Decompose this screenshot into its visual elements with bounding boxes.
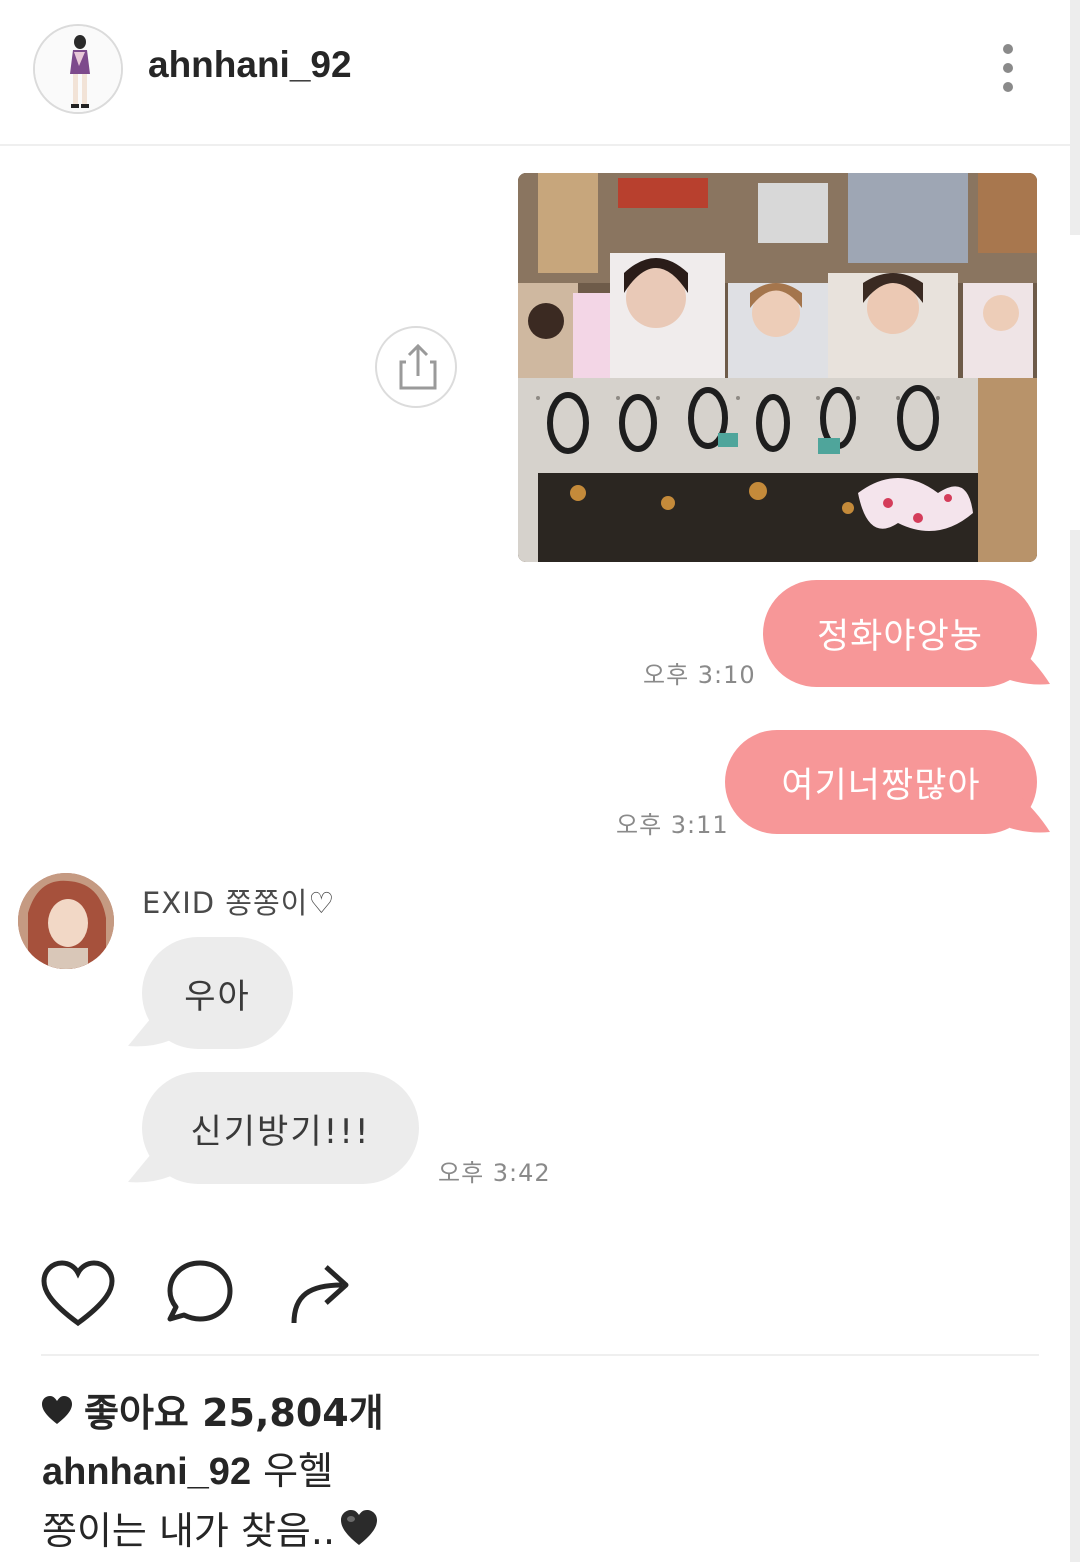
share-icon (399, 343, 437, 390)
friend-avatar[interactable] (18, 873, 114, 969)
caption: ahnhani_92 우헬 (42, 1440, 333, 1495)
message-text: 정화야앙뇽 (816, 617, 983, 657)
photo-store-scene (518, 173, 1037, 562)
scroll-track-top (1070, 0, 1080, 235)
caption-text-2: 쫑이는 내가 찾음.. (42, 1509, 336, 1553)
outgoing-message-2[interactable]: 여기너짱많아 (725, 730, 1037, 834)
bubble-tail (128, 1136, 171, 1183)
caption-line-2: 쫑이는 내가 찾음.. (42, 1500, 379, 1555)
divider (41, 1354, 1039, 1356)
comment-button[interactable] (160, 1255, 240, 1335)
avatar-figure (35, 26, 121, 112)
bubble-tail (128, 1000, 171, 1047)
message-text: 우아 (184, 976, 251, 1017)
heart-filled-icon (42, 1395, 72, 1424)
message-text: 여기너짱많아 (781, 765, 981, 806)
shared-photo[interactable] (518, 173, 1037, 562)
caption-username[interactable]: ahnhani_92 (42, 1451, 251, 1493)
outgoing-message-1[interactable]: 정화야앙뇽 (763, 580, 1037, 687)
heart-icon (41, 1260, 115, 1327)
caption-text: 우헬 (263, 1449, 334, 1493)
message-text: 신기방기!!! (190, 1111, 371, 1152)
friend-name: EXID 쫑쫑이♡ (142, 886, 336, 920)
like-button[interactable] (38, 1255, 118, 1335)
bubble-tail (1010, 788, 1050, 833)
message-time: 오후 3:10 (643, 661, 756, 689)
message-time: 오후 3:42 (438, 1159, 551, 1187)
send-button[interactable] (282, 1255, 362, 1335)
message-time: 오후 3:11 (616, 811, 729, 839)
more-vert-icon[interactable] (990, 40, 1026, 96)
friend-avatar-photo (18, 873, 114, 969)
post-header: ahnhani_92 (0, 0, 1080, 146)
comment-icon (167, 1260, 233, 1322)
likes-count[interactable]: 좋아요 25,804개 (40, 1382, 384, 1437)
bubble-tail (1010, 640, 1050, 685)
header-username[interactable]: ahnhani_92 (148, 44, 352, 86)
likes-label: 좋아요 25,804개 (84, 1391, 384, 1435)
scroll-track (1070, 530, 1080, 1562)
profile-avatar[interactable] (33, 24, 123, 114)
send-icon (291, 1265, 349, 1324)
incoming-message-2[interactable]: 신기방기!!! (142, 1072, 419, 1184)
share-button[interactable] (375, 326, 457, 408)
black-heart-emoji (341, 1509, 378, 1545)
